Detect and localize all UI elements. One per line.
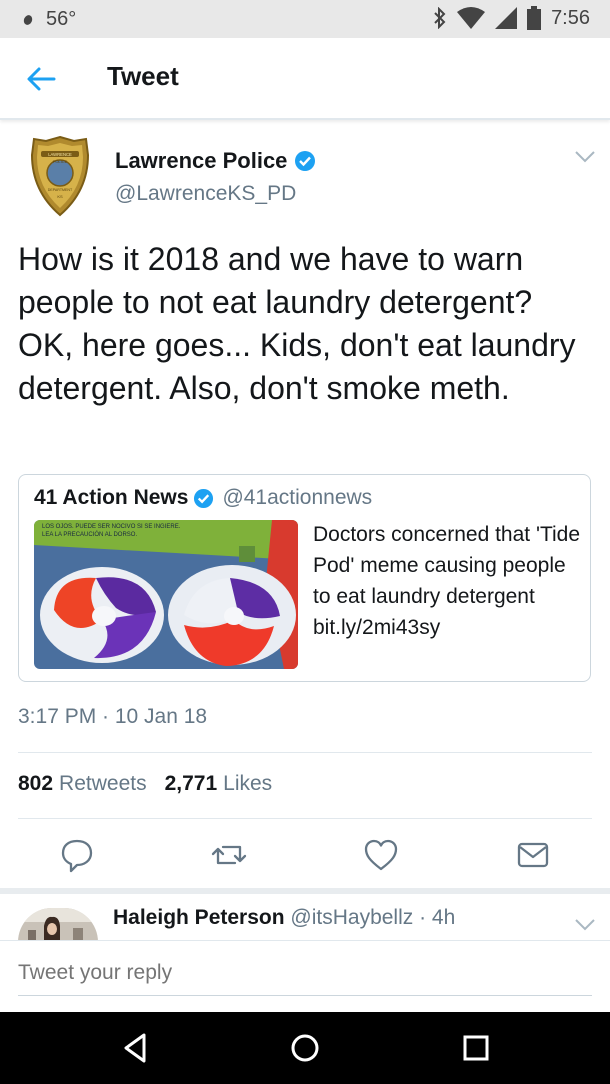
reply-author-name: Haleigh Peterson: [113, 906, 285, 929]
chevron-down-icon[interactable]: [574, 918, 596, 932]
image-text-line-1: LOS OJOS. PUEDE SER NOCIVO SI SE INGIERE…: [42, 524, 181, 530]
signal-icon: [495, 7, 518, 29]
author-handle[interactable]: @LawrenceKS_PD: [115, 182, 296, 206]
likes-stat[interactable]: 2,771 Likes: [165, 772, 273, 796]
verified-badge-icon: [295, 151, 316, 171]
nav-home-icon[interactable]: [287, 1030, 323, 1066]
quoted-tweet-text: Doctors concerned that 'Tide Pod' meme c…: [313, 523, 581, 639]
reply-header[interactable]: Haleigh Peterson @itsHaybellz · 4h: [113, 906, 455, 930]
quoted-tweet-card[interactable]: 41 Action News @41actionnews LOS OJOS. P…: [18, 474, 591, 682]
bluetooth-icon: [434, 7, 446, 29]
badge-text-top: LAWRENCE: [48, 152, 72, 157]
nav-recents-icon[interactable]: [458, 1030, 494, 1066]
tweet-stats: 802 Retweets 2,771 Likes: [18, 772, 290, 796]
chevron-down-icon[interactable]: [574, 150, 596, 164]
battery-icon: [527, 6, 542, 30]
weather-icon: [22, 13, 34, 26]
nav-back-icon[interactable]: [118, 1030, 154, 1066]
quoted-author-handle: @41actionnews: [222, 486, 373, 509]
clock: 7:56: [551, 6, 590, 29]
status-bar: 56° 7:56: [0, 0, 610, 38]
back-arrow-icon[interactable]: [24, 62, 58, 96]
like-icon[interactable]: [361, 835, 401, 875]
wifi-icon: [457, 7, 486, 29]
quoted-tweet-header: 41 Action News @41actionnews: [34, 486, 372, 510]
app-bar: Tweet: [0, 38, 610, 120]
status-left: 56°: [22, 8, 77, 31]
likes-count: 2,771: [164, 772, 218, 795]
page-title: Tweet: [107, 61, 179, 91]
tide-pod-image[interactable]: LOS OJOS. PUEDE SER NOCIVO SI SE INGIERE…: [34, 520, 298, 669]
author-avatar[interactable]: LAWRENCE POLICE DEPARTMENT KS: [30, 135, 90, 217]
retweet-icon[interactable]: [209, 835, 249, 875]
author-name-text: Lawrence Police: [115, 148, 288, 173]
section-gap: [0, 888, 610, 894]
badge-text-department: DEPARTMENT: [48, 188, 73, 192]
reply-composer: [0, 940, 610, 1013]
reply-icon[interactable]: [57, 835, 97, 875]
retweets-count: 802: [18, 772, 54, 795]
divider: [18, 752, 592, 753]
reply-author-handle: @itsHaybellz: [290, 906, 414, 929]
reply-time: · 4h: [419, 906, 456, 929]
reply-input[interactable]: [18, 951, 592, 996]
system-navigation-bar: [0, 1012, 610, 1084]
tweet-text: How is it 2018 and we have to warn peopl…: [18, 241, 576, 406]
divider: [18, 818, 592, 819]
reply-avatar[interactable]: [18, 908, 98, 942]
author-name[interactable]: Lawrence Police: [115, 148, 316, 174]
image-text-line-2: LEA LA PRECAUCIÓN AL DORSO.: [42, 531, 137, 538]
direct-message-icon[interactable]: [513, 835, 553, 875]
temperature: 56°: [46, 8, 77, 30]
quoted-author-name: 41 Action News: [34, 486, 189, 509]
action-bar: [0, 835, 610, 875]
verified-badge-icon: [194, 488, 214, 508]
badge-text-state: KS: [57, 194, 63, 199]
badge-text-police: POLICE: [53, 159, 68, 164]
status-right: 7:56: [423, 6, 590, 30]
likes-label: Likes: [223, 772, 273, 795]
retweets-label: Retweets: [59, 772, 147, 795]
retweets-stat[interactable]: 802 Retweets: [18, 772, 147, 796]
tweet-timestamp: 3:17 PM · 10 Jan 18: [18, 705, 208, 728]
